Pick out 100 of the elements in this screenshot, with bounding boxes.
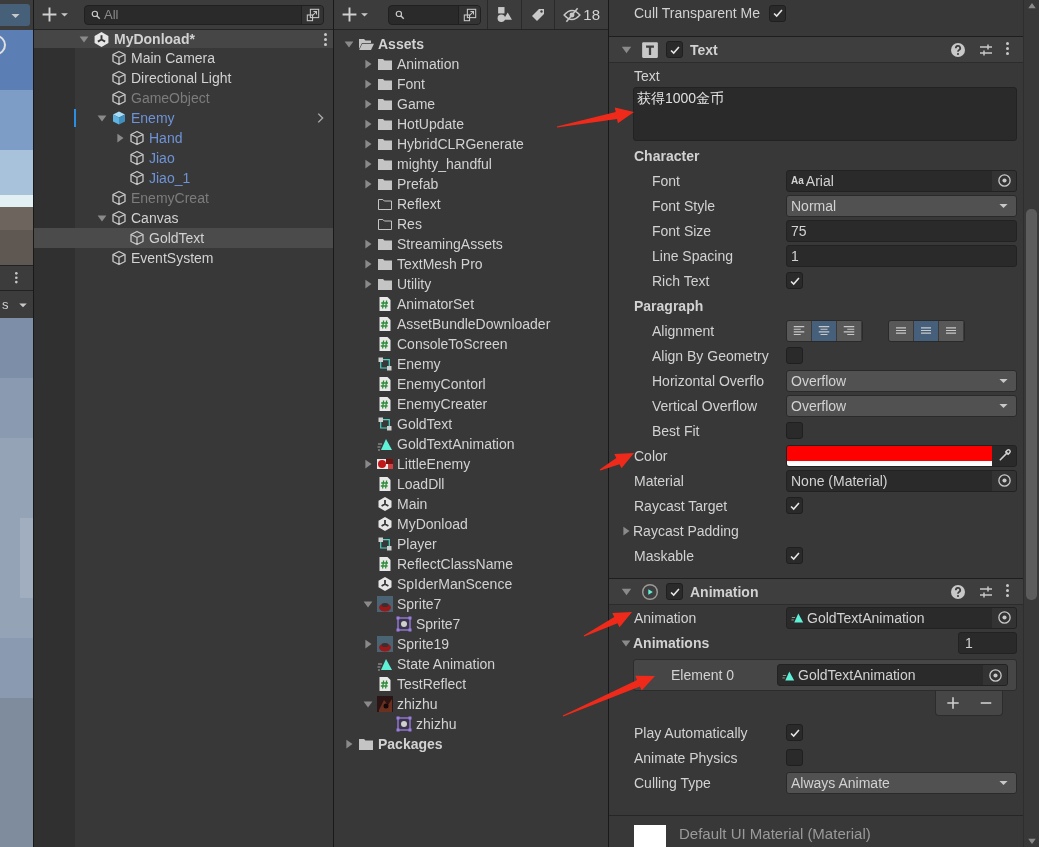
tree-row[interactable]: TestReflect xyxy=(334,674,608,694)
alignment-button[interactable] xyxy=(787,320,812,341)
checkbox[interactable] xyxy=(786,347,803,364)
tree-row[interactable]: LoadDll xyxy=(334,474,608,494)
popout-button[interactable] xyxy=(458,5,481,24)
object-picker-button[interactable] xyxy=(992,170,1017,191)
scrollbar[interactable] xyxy=(1023,0,1039,847)
help-icon xyxy=(950,41,967,58)
dropdown[interactable]: Always Animate xyxy=(786,771,1018,794)
plus-icon xyxy=(41,6,58,23)
tree-row[interactable]: State Animation xyxy=(334,654,608,674)
object-field[interactable]: GoldTextAnimation xyxy=(786,606,1018,629)
tree-row[interactable]: LittleEnemy xyxy=(334,454,608,474)
tree-row[interactable]: EnemyCreater xyxy=(334,394,608,414)
foldout-label[interactable]: Animations xyxy=(633,634,710,651)
asset-label: LoadDll xyxy=(397,476,445,492)
annotation-arrow xyxy=(599,453,634,471)
search-field[interactable] xyxy=(388,4,482,25)
hidden-count: 18 xyxy=(583,6,600,23)
tree-row[interactable]: GoldText xyxy=(34,228,333,248)
tree-row[interactable]: zhizhu xyxy=(334,714,608,734)
tree-row[interactable]: Player xyxy=(334,534,608,554)
tree-row[interactable]: Reflext xyxy=(334,194,608,214)
tree-row[interactable]: SpIderManScence xyxy=(334,574,608,594)
tree-row[interactable]: Game xyxy=(334,94,608,114)
tree-row[interactable]: Sprite7 xyxy=(334,614,608,634)
tree-row[interactable]: Main xyxy=(334,494,608,514)
tree-row[interactable]: TextMesh Pro xyxy=(334,254,608,274)
foldout-label[interactable]: Raycast Padding xyxy=(633,522,739,539)
tree-row[interactable]: Directional Light xyxy=(34,68,333,88)
object-picker-icon xyxy=(996,610,1012,625)
alignment-button[interactable] xyxy=(837,320,862,341)
tree-row[interactable]: Font xyxy=(334,74,608,94)
script-icon xyxy=(377,376,393,392)
tree-row[interactable]: Enemy xyxy=(34,108,333,128)
tree-row[interactable]: AssetBundleDownloader xyxy=(334,314,608,334)
text-area[interactable]: 获得1000金币 xyxy=(633,87,1018,141)
tree-row[interactable]: Animation xyxy=(334,54,608,74)
tree-row[interactable]: Canvas xyxy=(34,208,333,228)
tree-row[interactable]: HybridCLRGenerate xyxy=(334,134,608,154)
tree-row[interactable]: ReflectClassName xyxy=(334,554,608,574)
tree-row[interactable]: ConsoleToScreen xyxy=(334,334,608,354)
tree-row[interactable]: Sprite7 xyxy=(334,594,608,614)
tree-row[interactable]: Sprite19 xyxy=(334,634,608,654)
object-field[interactable]: AaArial xyxy=(786,169,1018,192)
cube-icon xyxy=(111,70,127,86)
tree-row[interactable]: MyDonload xyxy=(334,514,608,534)
alignment-button[interactable] xyxy=(914,320,939,341)
dropdown[interactable]: Overflow xyxy=(786,394,1018,417)
popout-button[interactable] xyxy=(301,5,323,24)
tree-row[interactable]: Utility xyxy=(334,274,608,294)
tree-row[interactable]: Prefab xyxy=(334,174,608,194)
object-field[interactable]: GoldTextAnimation xyxy=(777,664,1009,686)
object-picker-button[interactable] xyxy=(983,665,1008,685)
checkbox[interactable] xyxy=(786,547,803,564)
checkbox[interactable] xyxy=(786,724,803,741)
tree-row[interactable]: HotUpdate xyxy=(334,114,608,134)
tree-row[interactable]: GoldText xyxy=(334,414,608,434)
dropdown[interactable]: Normal xyxy=(786,194,1018,217)
alignment-button[interactable] xyxy=(889,320,914,341)
checkbox[interactable] xyxy=(786,497,803,514)
tree-row[interactable]: mighty_handful xyxy=(334,154,608,174)
tree-row[interactable]: Main Camera xyxy=(34,48,333,68)
scene-header[interactable]: MyDonload* xyxy=(34,30,333,48)
tree-row[interactable]: Res xyxy=(334,214,608,234)
checkbox[interactable] xyxy=(769,4,786,22)
checkbox[interactable] xyxy=(666,583,683,600)
color-field[interactable] xyxy=(786,444,1018,467)
object-field[interactable]: None (Material) xyxy=(786,469,1018,492)
tree-row[interactable]: Hand xyxy=(34,128,333,148)
tree-row[interactable]: AnimatorSet xyxy=(334,294,608,314)
tree-row[interactable]: StreamingAssets xyxy=(334,234,608,254)
tree-row[interactable]: Packages xyxy=(334,734,608,754)
folder-icon xyxy=(358,736,374,752)
checkbox[interactable] xyxy=(786,272,803,289)
tree-row[interactable]: GoldTextAnimation xyxy=(334,434,608,454)
dropdown[interactable]: Overflow xyxy=(786,369,1018,392)
scrollbar-thumb[interactable] xyxy=(1026,209,1037,600)
gizmo-dropdown-button[interactable] xyxy=(0,4,30,26)
checkbox[interactable] xyxy=(786,749,803,766)
component-header[interactable]: Animation xyxy=(609,578,1024,605)
object-picker-button[interactable] xyxy=(992,470,1017,491)
tree-row[interactable]: Enemy xyxy=(334,354,608,374)
object-picker-button[interactable] xyxy=(992,607,1017,628)
tree-row[interactable]: zhizhu xyxy=(334,694,608,714)
tree-row[interactable]: EnemyContorl xyxy=(334,374,608,394)
checkbox[interactable] xyxy=(786,422,803,439)
tree-row[interactable]: Jiao xyxy=(34,148,333,168)
component-header[interactable]: Text xyxy=(609,36,1024,63)
tree-row[interactable]: Jiao_1 xyxy=(34,168,333,188)
alignment-button[interactable] xyxy=(939,320,964,341)
tree-row[interactable]: EventSystem xyxy=(34,248,333,268)
tree-row[interactable]: Assets xyxy=(334,34,608,54)
checkbox[interactable] xyxy=(666,41,683,58)
number-field[interactable]: 75 xyxy=(786,219,1018,242)
array-size-field[interactable]: 1 xyxy=(958,631,1018,654)
asset-label: Assets xyxy=(378,36,424,52)
number-field[interactable]: 1 xyxy=(786,244,1018,267)
search-field[interactable]: All xyxy=(84,4,324,25)
alignment-button[interactable] xyxy=(812,320,837,341)
